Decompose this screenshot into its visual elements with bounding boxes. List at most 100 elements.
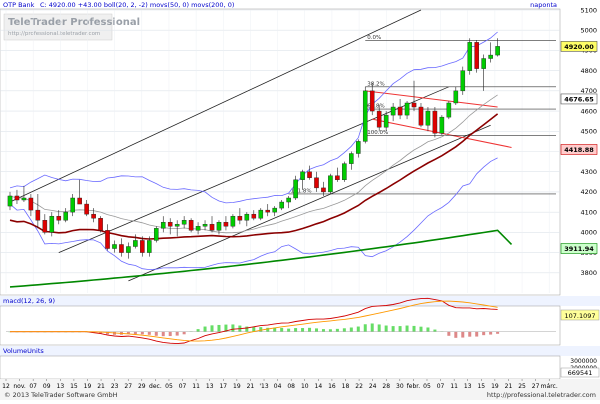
date-tick-label: 13	[206, 383, 214, 390]
candle-body	[174, 224, 180, 227]
macd-histogram-bar	[196, 329, 200, 332]
date-tick-label: 19	[233, 383, 241, 390]
candle-body	[133, 240, 138, 247]
candle	[439, 115, 445, 136]
candle-body	[63, 211, 69, 221]
chart-canvas: OTP Bank C: 4920.00 +43.00 boll(20, 2, -…	[0, 0, 600, 400]
price-tick-label: 4200	[580, 188, 597, 196]
macd-histogram-bar	[140, 331, 144, 335]
candle	[153, 226, 159, 243]
candle-body	[495, 46, 500, 56]
macd-histogram-bar	[398, 326, 402, 332]
watermark-url: http://professional.teletrader.com	[8, 31, 100, 37]
price-tick-label: 5000	[580, 27, 597, 35]
date-tick-label: 21	[247, 383, 255, 390]
macd-histogram-bar	[356, 326, 360, 332]
candle-body	[397, 106, 403, 116]
candle-body	[28, 197, 34, 211]
macd-histogram-bar	[482, 331, 486, 336]
price-label: 4676.65	[564, 95, 594, 103]
candle-body	[369, 90, 375, 112]
chart-window: OTP Bank C: 4920.00 +43.00 boll(20, 2, -…	[0, 0, 600, 400]
candle-body	[35, 209, 41, 221]
macd-histogram-bar	[433, 329, 437, 332]
candle-body	[314, 177, 319, 189]
date-tick-label: 08	[287, 383, 295, 390]
date-tick-label: 12	[2, 383, 10, 390]
instrument-name: OTP Bank	[3, 1, 35, 9]
candle-body	[49, 215, 55, 233]
date-tick-label: nov.	[13, 383, 26, 390]
price-tick-label: 4600	[580, 107, 597, 115]
candle-body	[195, 226, 201, 231]
date-tick-label: 07	[437, 383, 445, 390]
date-tick-label: 18	[342, 383, 350, 390]
macd-histogram-bar	[475, 331, 479, 337]
macd-histogram-bar	[419, 326, 423, 332]
macd-histogram-bar	[133, 331, 137, 335]
footer-url: http://professional.teletrader.com	[487, 391, 596, 399]
macd-histogram-bar	[168, 331, 172, 337]
candle-body	[279, 201, 284, 209]
candle-body	[251, 213, 257, 219]
date-tick-label: 13	[57, 383, 65, 390]
macd-histogram-bar	[182, 331, 186, 335]
price-tick-label: 5100	[580, 6, 597, 14]
candle-body	[481, 58, 486, 69]
candle-body	[362, 90, 368, 142]
date-tick-label: 19	[84, 383, 92, 390]
candle-body	[153, 228, 159, 241]
date-tick-label: febr.	[407, 383, 421, 390]
macd-histogram-bar	[377, 324, 381, 332]
macd-histogram-bar	[321, 329, 325, 332]
date-tick-label: 15	[70, 383, 78, 390]
price-tick-label: 4800	[580, 67, 597, 75]
candle	[460, 66, 466, 95]
date-tick-label: '13	[259, 383, 268, 390]
macd-histogram-bar	[280, 327, 284, 332]
candle-body	[293, 179, 298, 199]
candle	[432, 107, 438, 138]
macd-header-bar	[0, 296, 600, 306]
candle-body	[126, 246, 131, 253]
date-tick-label: 05	[165, 383, 173, 390]
candle-body	[265, 209, 271, 213]
candle-body	[439, 116, 445, 134]
candle-body	[376, 110, 382, 128]
candle-body	[202, 224, 208, 227]
macd-histogram-bar	[384, 325, 388, 332]
date-tick-label: 21	[97, 383, 105, 390]
date-tick-label: 11	[192, 383, 200, 390]
candle-body	[349, 153, 354, 164]
candle-body	[390, 106, 396, 116]
date-tick-label: 25	[518, 383, 526, 390]
price-tick-label: 4300	[580, 168, 597, 176]
candle-body	[56, 215, 62, 221]
macd-value: 107.1097	[564, 312, 595, 320]
candle-body	[160, 222, 166, 229]
macd-histogram-bar	[496, 331, 500, 334]
candle-body	[446, 102, 452, 118]
date-tick-label: 07	[179, 383, 187, 390]
date-tick-label: 22	[355, 383, 363, 390]
period-label: naponta	[530, 1, 557, 9]
candle-body	[425, 110, 431, 126]
macd-histogram-bar	[447, 331, 451, 336]
price-label: 3911.94	[564, 245, 594, 253]
candle-body	[328, 175, 333, 193]
candle-body	[188, 220, 194, 231]
date-tick-label: 27	[124, 383, 132, 390]
candle-body	[432, 110, 438, 134]
candle-body	[112, 244, 117, 249]
macd-histogram-bar	[217, 324, 221, 332]
candle-body	[467, 42, 473, 71]
volume-tick-label: 3000000	[570, 358, 597, 365]
date-tick-label: 13	[464, 383, 472, 390]
candle	[467, 38, 473, 75]
date-tick-label: 30	[396, 383, 404, 390]
price-tick-label: 4500	[580, 128, 597, 136]
copyright: © 2013 TeleTrader Software GmbH	[4, 391, 118, 399]
date-tick-label: márc.	[541, 383, 558, 390]
candle-body	[335, 175, 340, 180]
candle-body	[342, 163, 347, 180]
